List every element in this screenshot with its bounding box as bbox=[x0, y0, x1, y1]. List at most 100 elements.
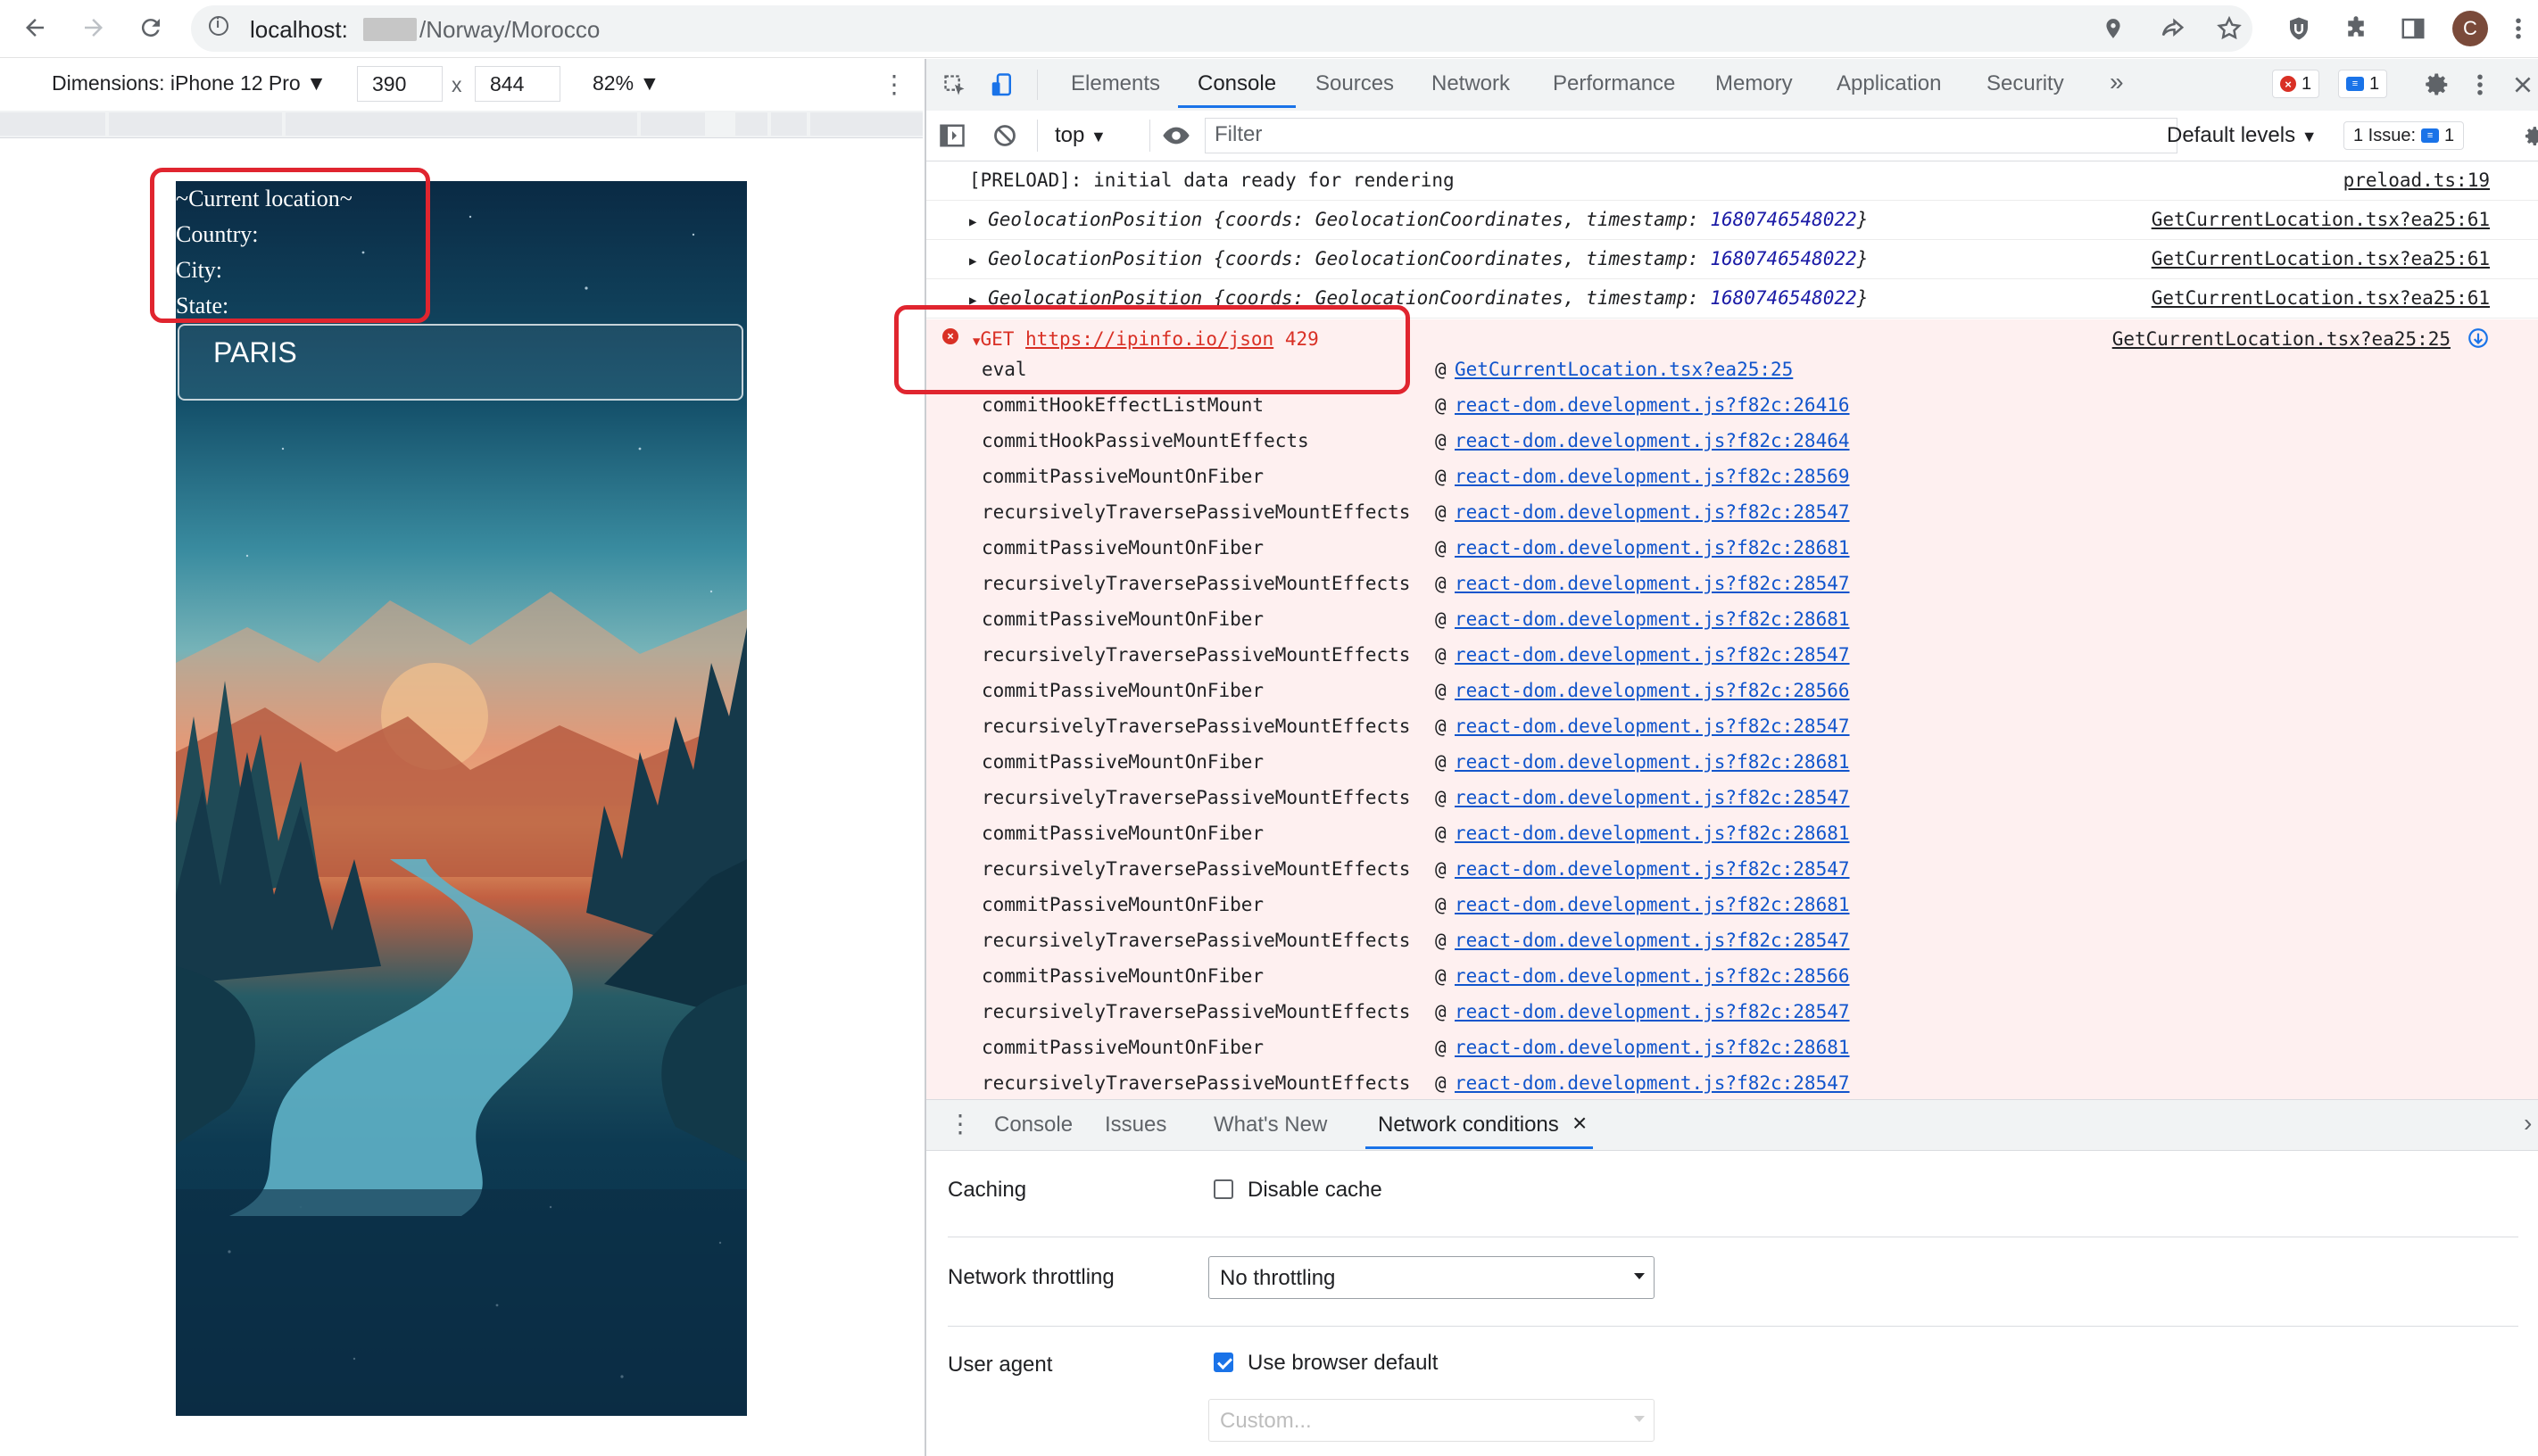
back-button[interactable] bbox=[14, 7, 55, 48]
issues-label: 1 Issue: bbox=[2353, 125, 2417, 145]
error-source-link[interactable]: GetCurrentLocation.tsx?ea25:25 bbox=[2112, 328, 2451, 350]
network-conditions-panel: Caching Disable cache Network throttling… bbox=[926, 1151, 2538, 1456]
dropdown-caret-icon: ▼ bbox=[1091, 128, 1107, 145]
console-message-geolocation[interactable]: ▶ GeolocationPosition {coords: Geolocati… bbox=[926, 239, 2538, 279]
devtools-menu-icon[interactable] bbox=[2476, 71, 2484, 98]
live-expression-eye-icon[interactable] bbox=[1162, 125, 1190, 146]
stack-frame-source-link[interactable]: react-dom.development.js?f82c:28547 bbox=[1455, 501, 1850, 523]
stack-frame-source-link[interactable]: react-dom.development.js?f82c:28681 bbox=[1455, 823, 1850, 844]
stack-frame-source-link[interactable]: react-dom.development.js?f82c:26416 bbox=[1455, 394, 1850, 416]
geolocation-source-link[interactable]: GetCurrentLocation.tsx?ea25:61 bbox=[2152, 287, 2490, 309]
message-count-badge[interactable]: ≡ 1 bbox=[2338, 70, 2388, 98]
preload-text: [PRELOAD]: initial data ready for render… bbox=[969, 170, 1455, 191]
drawer-tab-network-conditions[interactable]: Network conditions bbox=[1365, 1113, 1593, 1149]
geolocation-source-link[interactable]: GetCurrentLocation.tsx?ea25:61 bbox=[2152, 248, 2490, 269]
tab-elements[interactable]: Elements bbox=[1071, 71, 1160, 96]
log-levels-select[interactable]: Default levels ▼ bbox=[2167, 123, 2318, 148]
drawer-menu-icon[interactable]: ⋮ bbox=[948, 1109, 973, 1138]
stack-frame-source-link[interactable]: react-dom.development.js?f82c:28566 bbox=[1455, 680, 1850, 701]
stack-frame-source-link[interactable]: react-dom.development.js?f82c:28566 bbox=[1455, 965, 1850, 987]
stack-frame-source-link[interactable]: react-dom.development.js?f82c:28464 bbox=[1455, 430, 1850, 451]
stack-frame-source-link[interactable]: react-dom.development.js?f82c:28547 bbox=[1455, 858, 1850, 880]
stack-frame-source-link[interactable]: react-dom.development.js?f82c:28681 bbox=[1455, 751, 1850, 773]
error-info-icon[interactable] bbox=[2467, 327, 2490, 350]
city-search-value: PARIS bbox=[213, 336, 297, 368]
more-tabs-icon[interactable]: » bbox=[2110, 68, 2124, 96]
stack-frame-source-link[interactable]: react-dom.development.js?f82c:28547 bbox=[1455, 1072, 1850, 1094]
stack-frame-source-link[interactable]: react-dom.development.js?f82c:28569 bbox=[1455, 466, 1850, 487]
bookmark-button[interactable] bbox=[2210, 9, 2249, 48]
extensions-button[interactable] bbox=[2336, 9, 2376, 48]
console-settings-gear-icon[interactable] bbox=[2524, 125, 2538, 148]
tab-performance[interactable]: Performance bbox=[1553, 71, 1675, 96]
share-button[interactable] bbox=[2152, 9, 2192, 48]
device-toggle-icon[interactable] bbox=[989, 71, 1016, 100]
drawer-tab-console[interactable]: Console bbox=[994, 1113, 1073, 1138]
shield-extension-button[interactable] bbox=[2279, 9, 2318, 48]
stack-frame-function: commitPassiveMountOnFiber bbox=[982, 823, 1265, 844]
expand-arrow-icon[interactable]: ▶ bbox=[969, 254, 976, 269]
stack-frame-source-link[interactable]: react-dom.development.js?f82c:28547 bbox=[1455, 716, 1850, 737]
stack-frame-source-link[interactable]: GetCurrentLocation.tsx?ea25:25 bbox=[1455, 359, 1793, 380]
stack-frame-source-link[interactable]: react-dom.development.js?f82c:28547 bbox=[1455, 573, 1850, 594]
use-browser-default-checkbox[interactable] bbox=[1214, 1353, 1233, 1372]
object-close-brace: } bbox=[1856, 209, 1869, 230]
tab-console[interactable]: Console bbox=[1177, 71, 1297, 108]
stack-frame-source-link[interactable]: react-dom.development.js?f82c:28547 bbox=[1455, 930, 1850, 951]
log-levels-value: Default levels bbox=[2167, 123, 2296, 147]
inspect-element-icon[interactable] bbox=[942, 73, 967, 98]
address-bar[interactable]: localhost: /Norway/Morocco bbox=[191, 5, 2252, 52]
stack-frame-source-link[interactable]: react-dom.development.js?f82c:28681 bbox=[1455, 537, 1850, 558]
settings-gear-icon[interactable] bbox=[2424, 71, 2451, 98]
device-width-input[interactable]: 390 bbox=[357, 66, 443, 102]
reload-button[interactable] bbox=[130, 7, 171, 48]
stack-frame-at: @ bbox=[1435, 1001, 1447, 1022]
console-message-geolocation[interactable]: ▶ GeolocationPosition {coords: Geolocati… bbox=[926, 200, 2538, 240]
close-devtools-icon[interactable] bbox=[2511, 71, 2534, 98]
browser-menu-button[interactable] bbox=[2499, 9, 2538, 48]
zoom-value: 82% bbox=[593, 71, 634, 95]
tab-network[interactable]: Network bbox=[1431, 71, 1510, 96]
error-count-badge[interactable]: × 1 bbox=[2272, 70, 2320, 98]
context-select[interactable]: top ▼ bbox=[1055, 123, 1107, 148]
stack-frame-source-link[interactable]: react-dom.development.js?f82c:28547 bbox=[1455, 1001, 1850, 1022]
issues-button[interactable]: 1 Issue: ≡ 1 bbox=[2343, 121, 2465, 150]
expand-arrow-icon[interactable]: ▶ bbox=[969, 215, 976, 229]
console-toolbar: top ▼ Default levels ▼ 1 Issue: ≡ 1 bbox=[926, 111, 2538, 161]
device-more-options-icon[interactable]: ⋮ bbox=[882, 70, 907, 99]
disable-cache-checkbox[interactable] bbox=[1214, 1179, 1233, 1199]
media-query-ruler[interactable] bbox=[0, 111, 923, 138]
device-select[interactable]: Dimensions: iPhone 12 Pro ▼ bbox=[52, 71, 327, 95]
preload-source-link[interactable]: preload.ts:19 bbox=[2343, 170, 2490, 191]
stack-frame-source-link[interactable]: react-dom.development.js?f82c:28681 bbox=[1455, 894, 1850, 915]
city-search-input[interactable]: PARIS bbox=[178, 324, 743, 401]
tab-memory[interactable]: Memory bbox=[1715, 71, 1793, 96]
profile-avatar[interactable]: C bbox=[2452, 11, 2488, 46]
drawer-tab-whats-new[interactable]: What's New bbox=[1214, 1113, 1327, 1138]
throttling-value: No throttling bbox=[1220, 1266, 1336, 1290]
tab-application[interactable]: Application bbox=[1837, 71, 1941, 96]
location-button[interactable] bbox=[2094, 9, 2133, 48]
tab-sources[interactable]: Sources bbox=[1315, 71, 1394, 96]
drawer-tab-issues[interactable]: Issues bbox=[1105, 1113, 1166, 1138]
side-panel-button[interactable] bbox=[2393, 9, 2433, 48]
forward-button[interactable] bbox=[73, 7, 114, 48]
tab-security[interactable]: Security bbox=[1986, 71, 2064, 96]
geolocation-source-link[interactable]: GetCurrentLocation.tsx?ea25:61 bbox=[2152, 209, 2490, 230]
close-drawer-icon[interactable]: › bbox=[2524, 1109, 2532, 1138]
clear-console-icon[interactable] bbox=[992, 123, 1017, 148]
close-drawer-tab-icon[interactable]: × bbox=[1572, 1109, 1587, 1138]
console-filter[interactable] bbox=[1205, 118, 2177, 153]
object-close-brace: } bbox=[1856, 248, 1869, 269]
stack-frame-source-link[interactable]: react-dom.development.js?f82c:28547 bbox=[1455, 644, 1850, 666]
console-filter-input[interactable] bbox=[1206, 119, 2152, 151]
site-info-icon[interactable] bbox=[209, 16, 228, 36]
stack-frame-source-link[interactable]: react-dom.development.js?f82c:28681 bbox=[1455, 1037, 1850, 1058]
device-height-input[interactable]: 844 bbox=[475, 66, 560, 102]
stack-frame-source-link[interactable]: react-dom.development.js?f82c:28681 bbox=[1455, 608, 1850, 630]
zoom-select[interactable]: 82% ▼ bbox=[593, 71, 659, 95]
stack-frame-source-link[interactable]: react-dom.development.js?f82c:28547 bbox=[1455, 787, 1850, 808]
sidebar-toggle-icon[interactable] bbox=[939, 123, 966, 148]
message-icon: ≡ bbox=[2346, 77, 2364, 91]
throttling-select[interactable]: No throttling bbox=[1208, 1256, 1655, 1299]
